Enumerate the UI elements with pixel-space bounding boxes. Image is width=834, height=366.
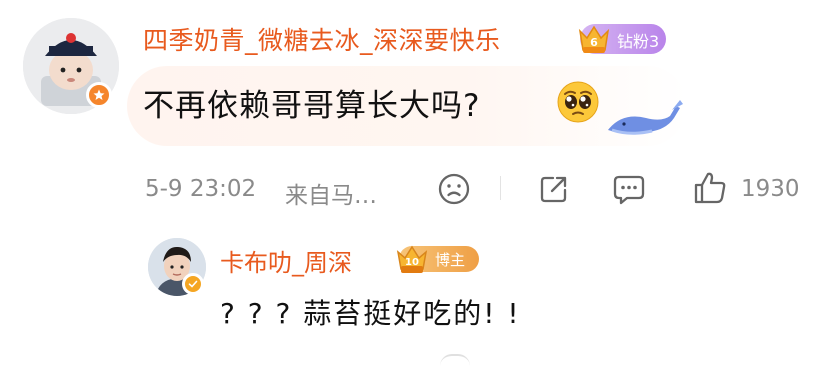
fan-badge-level: 6 [590,36,598,49]
fan-level-badge[interactable]: 6 钻粉3 [578,24,666,54]
share-icon[interactable] [537,172,571,206]
pleading-face-emoji [556,80,600,124]
next-item-edge [440,354,470,366]
reply-text: ? ? ? 蒜苔挺好吃的! ! [220,297,521,330]
whale-decoration [604,96,684,146]
reply-username[interactable]: 卡布叻_周深 [220,243,352,278]
host-badge-label: 博主 [435,251,466,269]
fan-badge-label: 钻粉3 [617,32,660,51]
comment-source[interactable]: 来自马… [285,176,377,210]
dislike-face-icon[interactable] [437,172,471,206]
like-count: 1930 [741,176,800,202]
crown-icon: 10 [395,242,429,276]
host-badge-level: 10 [405,257,419,268]
host-badge[interactable]: 10 博主 [396,245,479,273]
verified-badge-icon [86,82,112,108]
verified-badge-icon [182,273,204,295]
comment-icon[interactable] [611,172,647,206]
comment-text: 不再依赖哥哥算长大吗? [143,88,481,124]
action-divider [500,176,501,200]
crown-icon: 6 [576,21,612,57]
comment-timestamp: 5-9 23:02 [145,176,257,202]
thumbs-up-icon[interactable] [692,170,728,206]
commenter-username[interactable]: 四季奶青_微糖去冰_深深要快乐 [143,21,501,57]
